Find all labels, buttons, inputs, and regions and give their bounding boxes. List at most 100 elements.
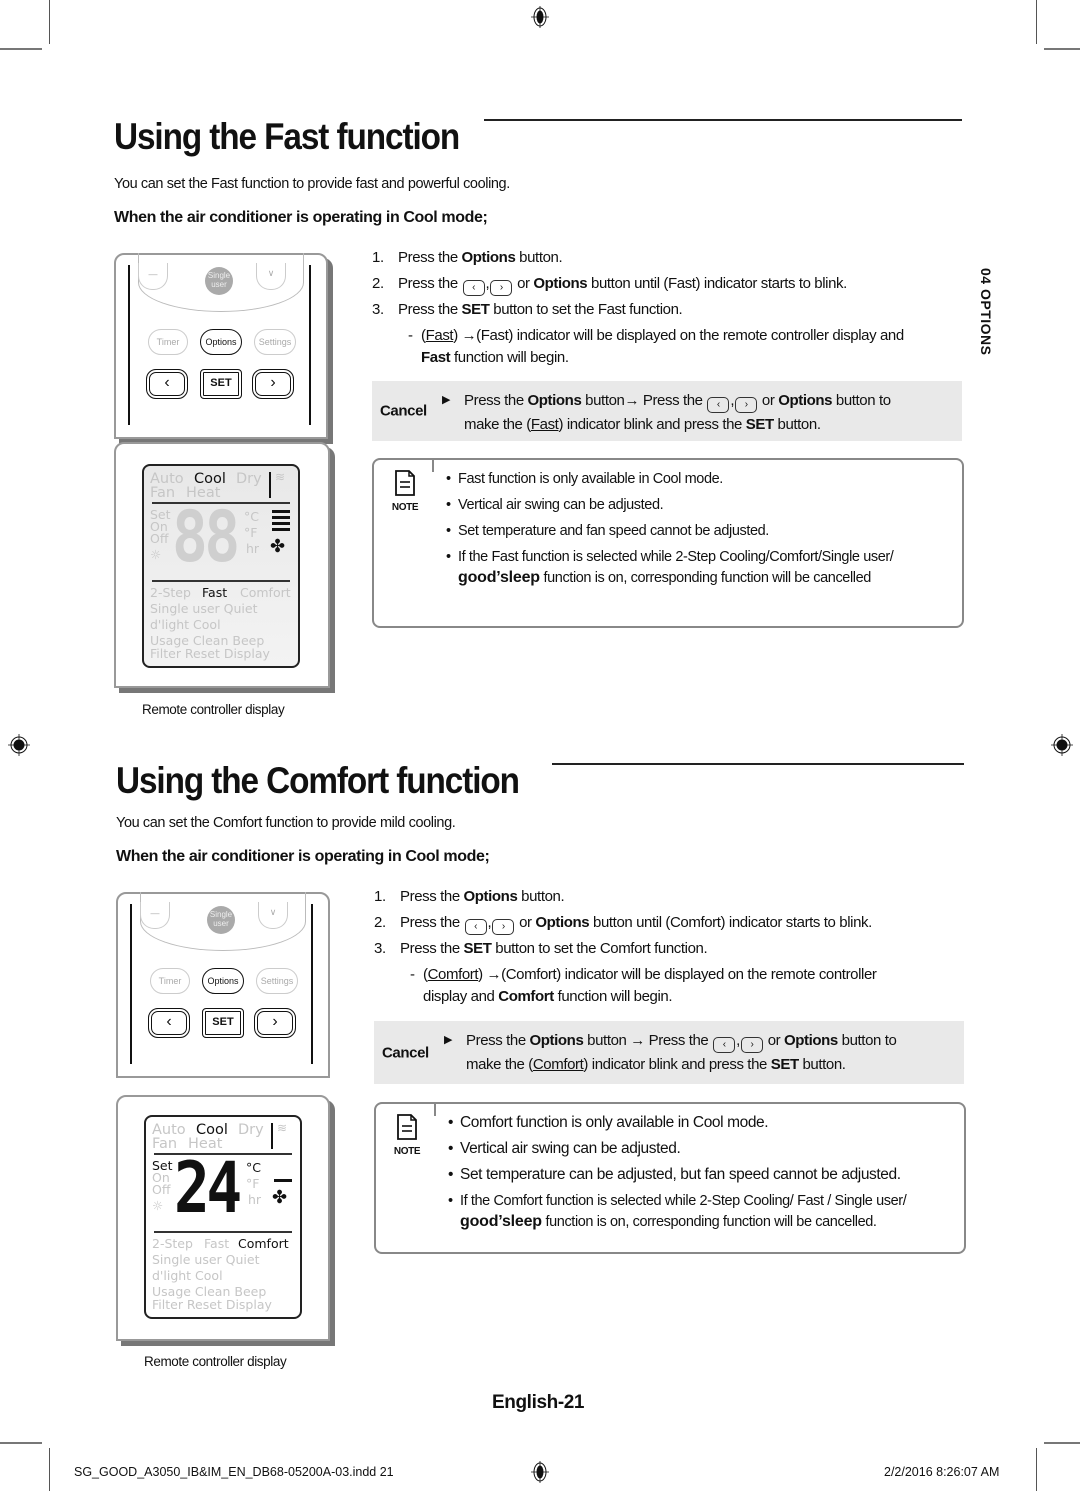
options-button: Options xyxy=(202,968,244,994)
lcd-dlight: d'light Cool xyxy=(150,617,221,632)
lcd-filter: Filter Reset Display xyxy=(150,646,270,661)
figure-caption: Remote controller display xyxy=(142,702,285,717)
section-title: Using the Comfort function xyxy=(116,760,520,801)
registration-mark-icon xyxy=(1051,734,1073,756)
crop-mark xyxy=(49,0,50,44)
section-subheading: When the air conditioner is operating in… xyxy=(116,848,490,865)
remote-buttons-illustration: — Single user ∨ Timer Options Settings ‹… xyxy=(114,253,328,439)
step-number: 3. xyxy=(372,301,384,318)
slug-filename: SG_GOOD_A3050_IB&IM_EN_DB68-05200A-03.in… xyxy=(74,1465,394,1479)
note-text: function is on, corresponding function w… xyxy=(539,570,872,586)
note-text: If the Fast function is selected while 2… xyxy=(458,549,894,565)
substep-text: function will begin. xyxy=(450,349,569,366)
note-label: NOTE xyxy=(391,502,419,513)
lcd-single-user: Single user Quiet xyxy=(150,601,258,616)
lcd-mode-cool: Cool xyxy=(196,1122,228,1138)
timer-button: Timer xyxy=(150,968,190,994)
cancel-bold: Options xyxy=(529,1032,584,1049)
cancel-text: or xyxy=(763,1032,785,1049)
lcd-mode-auto: Auto xyxy=(150,471,184,487)
step-text: Press the xyxy=(398,249,462,266)
section-subheading: When the air conditioner is operating in… xyxy=(114,209,488,226)
left-key-icon: ‹ xyxy=(713,1037,736,1053)
step-text: Press the xyxy=(400,914,464,931)
fan-icon: ✤ xyxy=(270,536,286,557)
step-item: 2. Press the ‹, › or Options button until… xyxy=(372,271,904,297)
wifi-icon: ≋ xyxy=(275,470,286,484)
right-arrow-button: › xyxy=(252,369,294,399)
substep-text: →(Comfort) indicator will be displayed o… xyxy=(482,966,877,983)
cancel-text: button to xyxy=(832,392,891,409)
minus-button: — xyxy=(138,263,168,290)
substep: - (Fast) →(Fast) indicator will be displa… xyxy=(408,327,904,366)
step-number: 1. xyxy=(372,249,384,266)
step-item: 3. Press the SET button to set the Comfo… xyxy=(374,936,877,962)
note-item: Set temperature can be adjusted, but fan… xyxy=(448,1162,906,1188)
substep: - (Comfort) →(Comfort) indicator will be … xyxy=(410,966,877,1005)
crop-mark xyxy=(0,1442,42,1444)
registration-mark-icon xyxy=(8,734,30,756)
left-arrow-button: ‹ xyxy=(146,369,188,399)
cancel-instructions: Press the Options button → Press the ‹, ›… xyxy=(466,1032,897,1073)
remote-display-illustration: Auto Cool Dry Fan Heat ≋ Set On Off ☼ 24… xyxy=(116,1095,330,1341)
title-rule xyxy=(484,119,962,121)
note-list: Fast function is only available in Cool … xyxy=(446,466,894,589)
substep-text: function will begin. xyxy=(553,988,673,1005)
left-arrow-button: ‹ xyxy=(148,1008,190,1038)
indicator-text: Fast xyxy=(530,416,559,433)
cancel-box: Cancel ▶ Press the Options button→ Press… xyxy=(372,381,962,441)
step-text: Press the xyxy=(400,888,464,905)
step-item: 2. Press the ‹, › or Options button until… xyxy=(374,910,877,936)
lcd-temperature: 24 xyxy=(174,1147,242,1229)
step-number: 1. xyxy=(374,888,386,905)
sleep-icon: ☼ xyxy=(152,1198,164,1213)
right-arrow-button: › xyxy=(254,1008,296,1038)
lcd-fast: Fast xyxy=(204,1236,230,1251)
goodsleep-brand: good’sleep xyxy=(458,569,540,586)
cancel-instructions: Press the Options button→ Press the ‹, › … xyxy=(464,392,891,433)
right-key-icon: › xyxy=(740,1037,763,1053)
step-text: Press the xyxy=(400,940,464,957)
lcd-unit-f: °F xyxy=(244,525,258,540)
wifi-icon: ≋ xyxy=(277,1121,288,1135)
fan-speed-bars xyxy=(274,1179,292,1182)
set-button: SET xyxy=(200,369,242,399)
remote-buttons-illustration: — Single user ∨ Timer Options Settings ‹… xyxy=(116,892,330,1078)
left-key-icon: ‹ xyxy=(707,397,730,413)
note-label: NOTE xyxy=(393,1146,421,1157)
crop-mark xyxy=(1044,48,1080,50)
lcd-fast: Fast xyxy=(202,585,228,600)
step-number: 2. xyxy=(372,275,384,292)
step-bold: Options xyxy=(463,888,518,905)
cancel-bold: Options xyxy=(778,392,833,409)
cancel-label: Cancel xyxy=(380,402,427,420)
lcd-comfort: Comfort xyxy=(240,585,291,600)
registration-mark-icon xyxy=(531,1461,549,1483)
chapter-tab: 04 OPTIONS xyxy=(978,268,994,356)
play-arrow-icon: ▶ xyxy=(444,1034,453,1046)
right-key-icon: › xyxy=(490,280,513,296)
sleep-icon: ☼ xyxy=(150,547,162,562)
note-item: Set temperature and fan speed cannot be … xyxy=(446,518,893,544)
lcd-mode-cool: Cool xyxy=(194,471,226,487)
cancel-bold: SET xyxy=(745,416,774,433)
step-text: button. xyxy=(515,249,563,266)
cancel-bold: Options xyxy=(527,392,582,409)
figure-caption: Remote controller display xyxy=(144,1354,287,1369)
note-item: Vertical air swing can be adjusted. xyxy=(446,492,893,518)
note-icon: NOTE xyxy=(388,470,422,513)
crop-mark xyxy=(0,48,42,50)
substep-bold: Comfort xyxy=(498,988,554,1005)
step-text: button until (Comfort) indicator starts … xyxy=(589,914,872,931)
lcd-unit-hr: hr xyxy=(246,541,260,556)
crop-mark xyxy=(49,1448,50,1491)
lcd-unit-c: °C xyxy=(246,1160,261,1175)
lcd-unit-hr: hr xyxy=(248,1192,262,1207)
crop-mark xyxy=(1044,1442,1080,1444)
step-bold: SET xyxy=(461,301,490,318)
note-item: Fast function is only available in Cool … xyxy=(446,466,893,492)
lcd-2step: 2-Step xyxy=(152,1236,193,1251)
step-number: 3. xyxy=(374,940,386,957)
timer-button: Timer xyxy=(148,329,188,355)
step-item: 1. Press the Options button. xyxy=(374,884,877,910)
